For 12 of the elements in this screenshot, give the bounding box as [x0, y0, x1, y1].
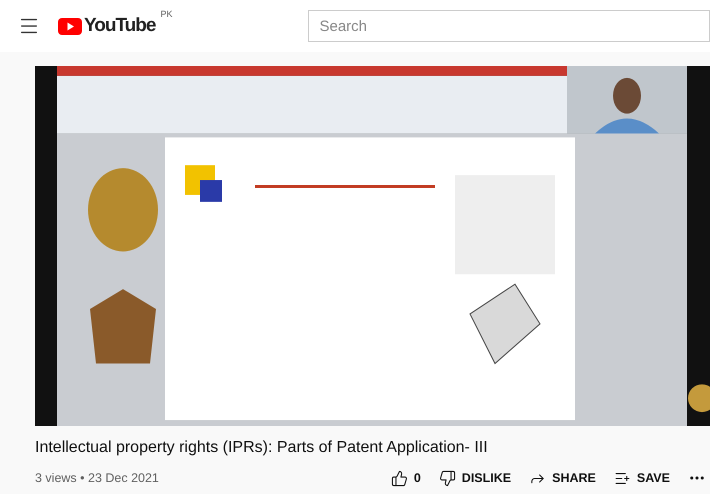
save-button[interactable]: SAVE — [614, 468, 670, 488]
thumbs-down-icon — [438, 470, 456, 486]
play-logo-icon — [58, 18, 82, 34]
search-field[interactable]: Search — [308, 10, 710, 42]
country-code: PK — [160, 8, 172, 21]
video-title: Intellectual property rights (IPRs): Parts of Patent Application- III — [35, 438, 489, 458]
logo-text[interactable]: YouTube — [84, 12, 156, 40]
dislike-button[interactable]: DISLIKE — [438, 468, 512, 488]
share-button[interactable]: SHARE — [529, 468, 596, 488]
like-button[interactable]: 0 — [390, 468, 421, 488]
thumbs-up-icon — [390, 470, 408, 486]
view-date-info: 3 views • 23 Dec 2021 — [35, 470, 159, 487]
